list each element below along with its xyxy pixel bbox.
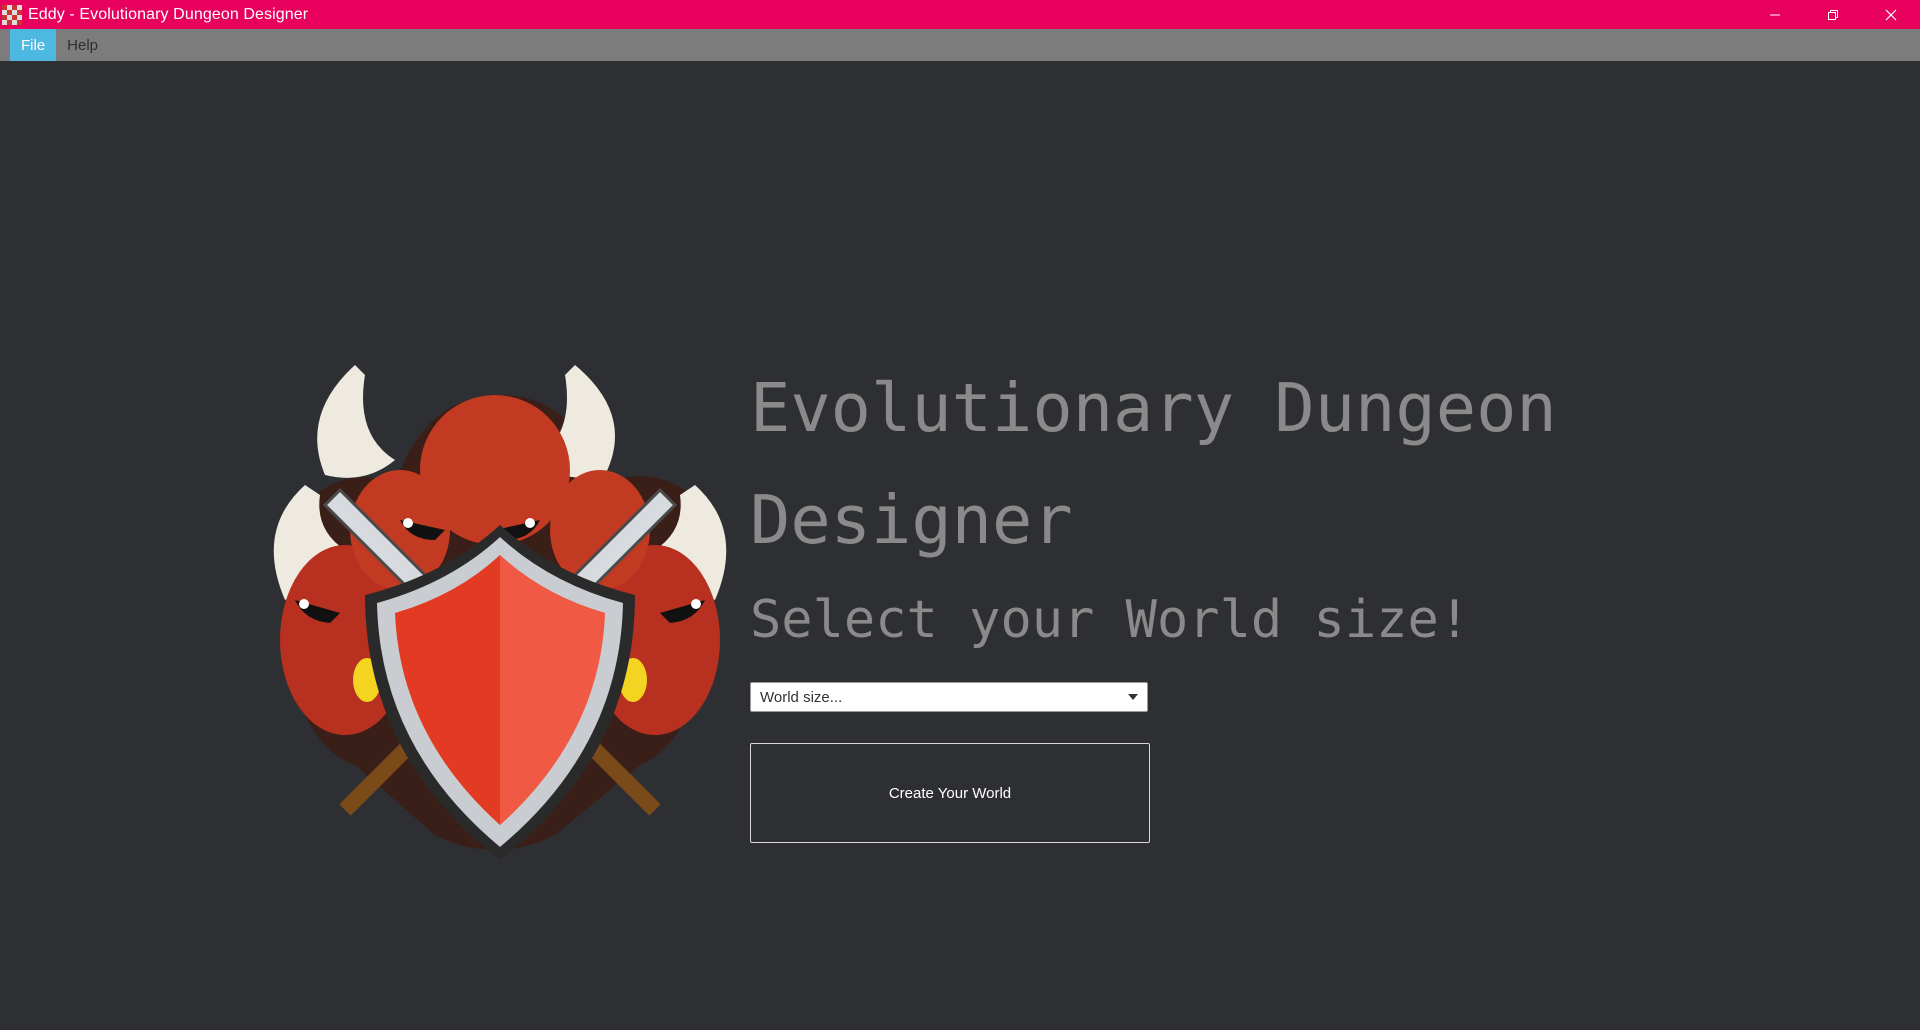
menu-help[interactable]: Help — [56, 29, 109, 61]
create-world-button[interactable]: Create Your World — [750, 743, 1150, 843]
app-headline: Evolutionary Dungeon Designer — [750, 369, 1557, 559]
world-size-prompt: Select your World size! — [750, 590, 1471, 650]
menu-bar: File Help — [0, 29, 1920, 61]
world-size-placeholder: World size... — [760, 688, 843, 706]
horned-demon-shield-logo — [273, 365, 727, 860]
menu-file[interactable]: File — [10, 29, 57, 61]
restore-icon — [1828, 9, 1838, 20]
close-icon — [1885, 9, 1897, 20]
title-bar: Eddy - Evolutionary Dungeon Designer — [0, 0, 1920, 29]
close-button[interactable] — [1862, 0, 1920, 29]
app-icon — [2, 4, 22, 25]
minimize-button[interactable] — [1746, 0, 1804, 29]
minimize-icon — [1770, 14, 1780, 15]
chevron-down-icon — [1128, 694, 1138, 700]
window-controls — [1746, 0, 1920, 29]
restore-button[interactable] — [1804, 0, 1862, 29]
window-title: Eddy - Evolutionary Dungeon Designer — [28, 5, 309, 23]
world-size-select[interactable]: World size... — [750, 682, 1148, 712]
